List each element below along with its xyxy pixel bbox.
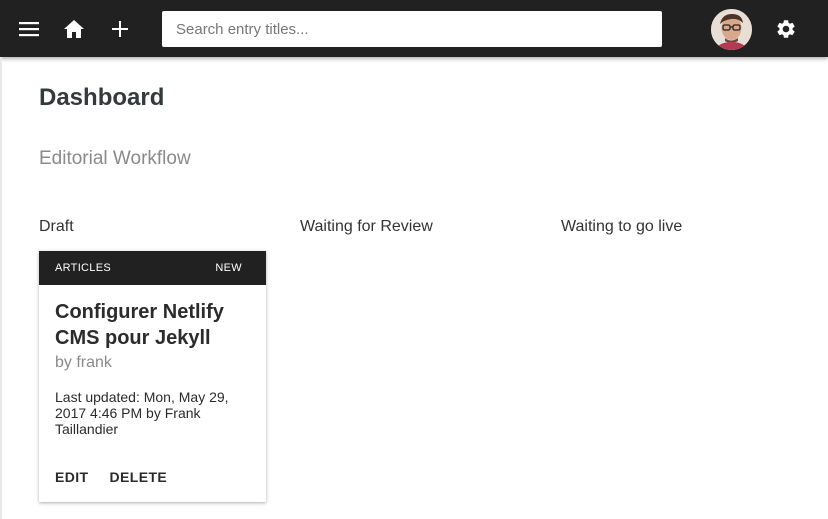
app-bar [0,0,828,57]
delete-button[interactable]: DELETE [110,469,168,485]
column-header-draft: Draft [39,218,74,235]
card-title[interactable]: Configurer Netlify CMS pour Jekyll [55,299,255,351]
section-subtitle: Editorial Workflow [39,148,191,169]
edit-button[interactable]: EDIT [55,469,89,485]
card-last-updated: Last updated: Mon, May 29, 2017 4:46 PM … [55,389,229,437]
menu-icon[interactable] [12,12,46,46]
left-divider [0,57,2,519]
card-author: by frank [55,354,112,371]
card-header: ARTICLES NEW [39,251,266,285]
card-collection-label: ARTICLES [55,262,111,274]
column-header-live: Waiting to go live [561,218,683,235]
status-badge: NEW [215,262,242,274]
plus-icon[interactable] [103,12,137,46]
column-header-review: Waiting for Review [300,218,433,235]
page-title: Dashboard [39,84,165,111]
settings-icon[interactable] [769,12,803,46]
entry-card[interactable]: ARTICLES NEW Configurer Netlify CMS pour… [39,251,266,502]
search-input[interactable] [162,11,662,47]
home-icon[interactable] [57,12,91,46]
card-actions: EDIT DELETE [55,469,167,485]
avatar[interactable] [711,9,752,50]
